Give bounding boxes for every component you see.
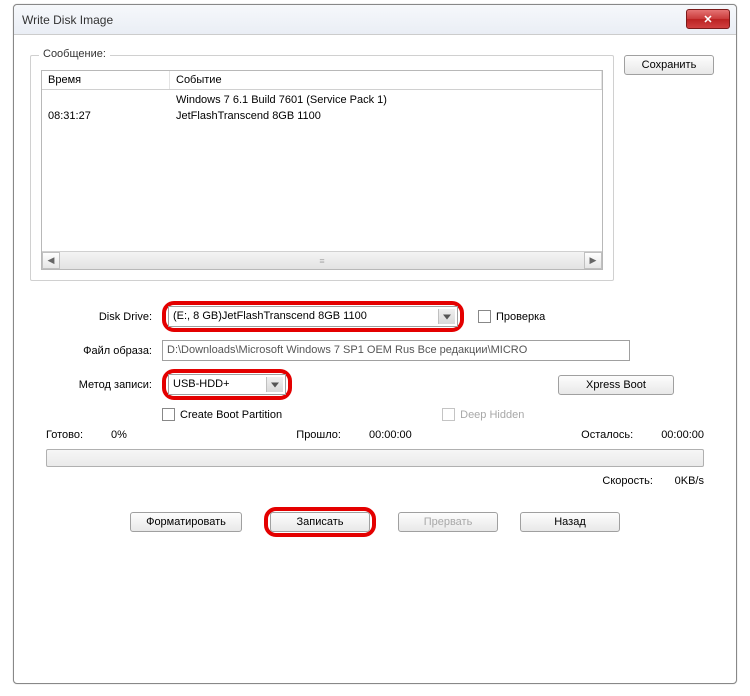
list-item[interactable]: Windows 7 6.1 Build 7601 (Service Pack 1… [42, 92, 602, 108]
write-method-value: USB-HDD+ [173, 377, 230, 392]
highlight-write-button: Записать [264, 507, 376, 537]
imagefile-label: Файл образа: [30, 345, 156, 357]
disk-drive-combo[interactable]: (E:, 8 GB)JetFlashTranscend 8GB 1100 [168, 306, 458, 327]
create-boot-checkbox[interactable]: Create Boot Partition [162, 408, 282, 421]
verify-checkbox[interactable]: Проверка [478, 310, 545, 323]
h-scrollbar[interactable]: ◀ ≡ ▶ [42, 251, 602, 269]
close-button[interactable]: ✕ [686, 9, 730, 29]
window-title: Write Disk Image [22, 13, 113, 27]
dialog-window: Write Disk Image ✕ Сообщение: Время Собы… [13, 4, 737, 684]
back-button[interactable]: Назад [520, 512, 620, 532]
message-group-label: Сообщение: [39, 48, 110, 60]
xpress-boot-button[interactable]: Xpress Boot [558, 375, 674, 395]
imagefile-field[interactable]: D:\Downloads\Microsoft Windows 7 SP1 OEM… [162, 340, 630, 361]
titlebar: Write Disk Image ✕ [14, 5, 736, 35]
status-row: Готово: 0% Прошло: 00:00:00 Осталось: 00… [30, 429, 720, 441]
remain-value: 00:00:00 [661, 429, 704, 441]
cell-event: JetFlashTranscend 8GB 1100 [170, 108, 602, 124]
close-icon: ✕ [703, 13, 712, 26]
chevron-down-icon [443, 314, 451, 319]
ready-value: 0% [111, 429, 127, 441]
message-group: Сообщение: Время Событие Windows 7 6.1 B… [30, 55, 614, 281]
deep-hidden-checkbox: Deep Hidden [442, 408, 524, 421]
checkbox-icon [478, 310, 491, 323]
speed-label: Скорость: [602, 475, 653, 487]
cell-event: Windows 7 6.1 Build 7601 (Service Pack 1… [170, 92, 602, 108]
checkbox-icon [442, 408, 455, 421]
deep-hidden-label: Deep Hidden [460, 409, 524, 421]
disk-drive-label: Disk Drive: [30, 311, 156, 323]
message-listview[interactable]: Время Событие Windows 7 6.1 Build 7601 (… [41, 70, 603, 270]
scroll-track[interactable]: ≡ [60, 252, 584, 269]
disk-drive-value: (E:, 8 GB)JetFlashTranscend 8GB 1100 [173, 309, 367, 324]
button-bar: Форматировать Записать Прервать Назад [30, 507, 720, 537]
checkbox-icon [162, 408, 175, 421]
imagefile-value: D:\Downloads\Microsoft Windows 7 SP1 OEM… [167, 343, 527, 358]
remain-label: Осталось: [581, 429, 633, 441]
elapsed-value: 00:00:00 [369, 429, 412, 441]
scroll-right-icon[interactable]: ▶ [584, 252, 602, 269]
save-button[interactable]: Сохранить [624, 55, 714, 75]
listview-body: Windows 7 6.1 Build 7601 (Service Pack 1… [42, 90, 602, 126]
verify-label: Проверка [496, 311, 545, 323]
list-item[interactable]: 08:31:27 JetFlashTranscend 8GB 1100 [42, 108, 602, 124]
chevron-down-icon [271, 382, 279, 387]
elapsed-label: Прошло: [296, 429, 341, 441]
cell-time: 08:31:27 [42, 108, 170, 124]
highlight-disk-drive: (E:, 8 GB)JetFlashTranscend 8GB 1100 [162, 301, 464, 332]
col-event[interactable]: Событие [170, 71, 602, 89]
write-method-combo[interactable]: USB-HDD+ [168, 374, 286, 395]
content-area: Сообщение: Время Событие Windows 7 6.1 B… [14, 35, 736, 547]
listview-header[interactable]: Время Событие [42, 71, 602, 90]
scroll-left-icon[interactable]: ◀ [42, 252, 60, 269]
speed-value: 0KB/s [656, 475, 704, 487]
format-button[interactable]: Форматировать [130, 512, 242, 532]
create-boot-label: Create Boot Partition [180, 409, 282, 421]
scroll-thumb[interactable]: ≡ [165, 254, 479, 267]
highlight-write-method: USB-HDD+ [162, 369, 292, 400]
progress-bar [46, 449, 704, 467]
col-time[interactable]: Время [42, 71, 170, 89]
writemethod-label: Метод записи: [30, 379, 156, 391]
write-button[interactable]: Записать [270, 512, 370, 532]
cell-time [42, 92, 170, 108]
abort-button: Прервать [398, 512, 498, 532]
ready-label: Готово: [46, 429, 83, 441]
